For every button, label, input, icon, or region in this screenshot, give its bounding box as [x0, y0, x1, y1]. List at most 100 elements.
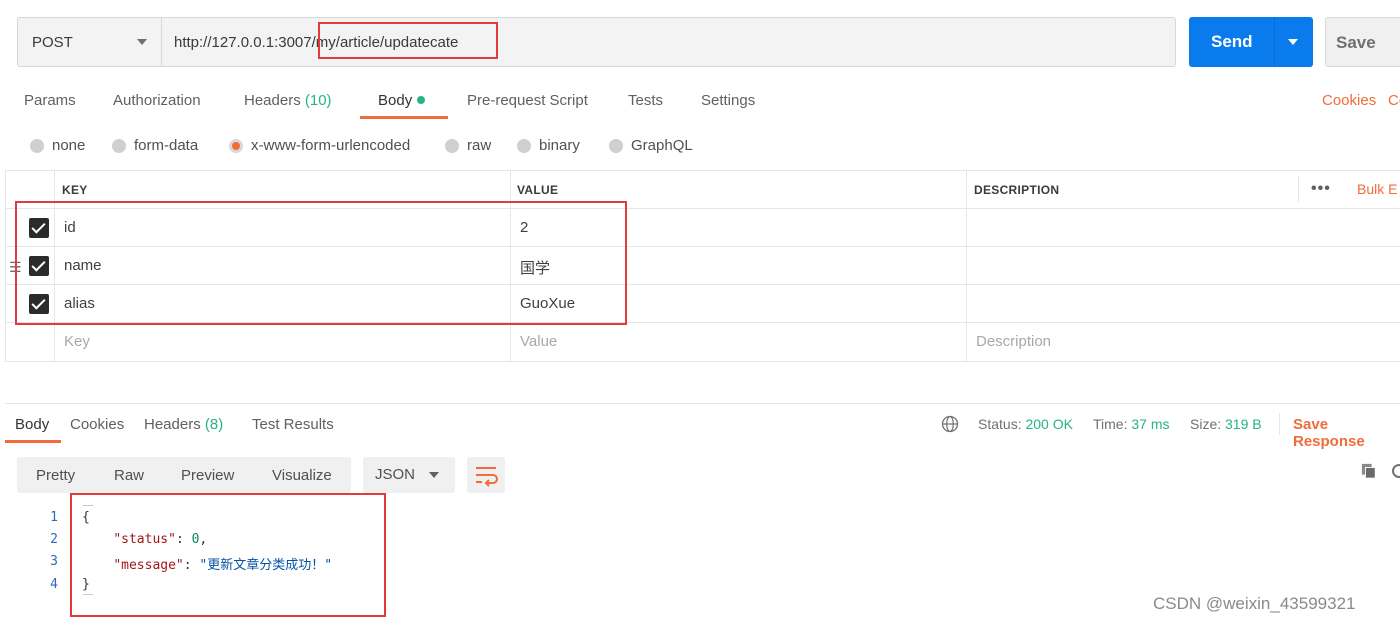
radio-form-data[interactable]: form-data — [112, 137, 198, 154]
view-visualize-button[interactable]: Visualize — [272, 467, 332, 484]
annotation-box-url — [318, 22, 498, 59]
status-value: 200 OK — [1025, 416, 1073, 432]
send-button[interactable]: Send — [1189, 17, 1313, 67]
time-value: 37 ms — [1131, 416, 1170, 432]
response-tab-headers[interactable]: Headers (8) — [144, 416, 223, 433]
response-tab-test-results[interactable]: Test Results — [252, 416, 334, 433]
bulk-edit-link[interactable]: Bulk E — [1357, 181, 1397, 197]
status-readout: Status: 200 OK — [978, 416, 1073, 432]
format-label: JSON — [375, 466, 416, 483]
code-link-label: Co — [1388, 92, 1400, 109]
table-top-border — [5, 170, 1400, 171]
line-number: 1 — [50, 510, 58, 525]
globe-icon[interactable] — [941, 415, 959, 433]
radio-none-label: none — [52, 137, 86, 154]
time-label: Time: — [1093, 416, 1128, 432]
radio-binary[interactable]: binary — [517, 137, 580, 154]
tab-settings-label: Settings — [701, 92, 756, 109]
response-tab-body[interactable]: Body — [15, 416, 49, 433]
column-header-description: DESCRIPTION — [974, 183, 1060, 197]
response-tab-headers-label: Headers — [144, 416, 201, 433]
table-left-border — [5, 170, 6, 361]
body-indicator-dot — [417, 96, 426, 104]
method-select[interactable]: POST — [17, 17, 161, 67]
radio-icon — [30, 138, 44, 153]
radio-icon — [609, 138, 623, 153]
tab-authorization-label: Authorization — [113, 92, 201, 109]
column-divider — [966, 170, 967, 361]
tab-body[interactable]: Body — [378, 92, 426, 109]
radio-checked-icon — [229, 138, 243, 153]
new-value-input[interactable]: Value — [520, 333, 557, 350]
wrap-lines-button[interactable] — [467, 457, 505, 493]
view-pretty-button[interactable]: Pretty — [36, 467, 75, 484]
cookies-link[interactable]: Cookies — [1322, 92, 1376, 109]
size-label: Size: — [1190, 416, 1222, 432]
url-input[interactable]: http://127.0.0.1:3007/my/article/updatec… — [161, 17, 1176, 67]
status-divider — [1279, 413, 1280, 435]
radio-binary-label: binary — [539, 137, 580, 154]
status-label: Status: — [978, 416, 1022, 432]
format-select[interactable]: JSON — [363, 457, 455, 493]
response-top-border — [5, 403, 1400, 404]
radio-icon — [112, 138, 126, 153]
send-divider — [1274, 17, 1275, 67]
size-value: 319 B — [1225, 416, 1262, 432]
wrap-lines-icon — [476, 467, 498, 487]
radio-raw[interactable]: raw — [445, 137, 491, 154]
tab-params[interactable]: Params — [24, 92, 76, 109]
cookies-link-label: Cookies — [1322, 92, 1377, 109]
radio-raw-label: raw — [467, 137, 492, 154]
tab-headers-label: Headers — [244, 92, 301, 109]
response-headers-count: (8) — [204, 416, 224, 433]
response-tab-test-results-label: Test Results — [252, 416, 334, 433]
annotation-box-params — [15, 201, 627, 325]
new-description-input[interactable]: Description — [976, 333, 1051, 350]
tab-tests-label: Tests — [628, 92, 664, 109]
tab-prerequest-script[interactable]: Pre-request Script — [467, 92, 588, 109]
time-readout: Time: 37 ms — [1093, 416, 1170, 432]
headers-count-badge: (10) — [304, 92, 332, 109]
active-tab-underline — [360, 116, 448, 119]
copy-icon[interactable] — [1361, 463, 1377, 479]
tab-params-label: Params — [24, 92, 76, 109]
tab-headers[interactable]: Headers (10) — [244, 92, 332, 109]
response-active-underline — [5, 440, 61, 443]
radio-x-www-form-urlencoded[interactable]: x-www-form-urlencoded — [229, 137, 410, 154]
column-header-value: VALUE — [517, 183, 559, 197]
more-options-icon[interactable]: ••• — [1311, 180, 1331, 198]
chevron-down-icon — [429, 472, 439, 478]
watermark: CSDN @weixin_43599321 — [1153, 594, 1356, 613]
response-tab-body-label: Body — [15, 416, 50, 433]
tab-settings[interactable]: Settings — [701, 92, 755, 109]
new-key-input[interactable]: Key — [64, 333, 90, 350]
radio-form-data-label: form-data — [134, 137, 199, 154]
radio-icon — [445, 138, 459, 153]
save-label: Save — [1336, 33, 1376, 52]
size-readout: Size: 319 B — [1190, 416, 1262, 432]
radio-graphql-label: GraphQL — [631, 137, 693, 154]
tab-tests[interactable]: Tests — [628, 92, 663, 109]
save-button[interactable]: Save — [1325, 17, 1400, 67]
radio-graphql[interactable]: GraphQL — [609, 137, 693, 154]
tab-authorization[interactable]: Authorization — [113, 92, 201, 109]
code-link-clipped[interactable]: Co — [1388, 92, 1400, 109]
line-number: 2 — [50, 532, 58, 547]
send-options-chevron-icon[interactable] — [1288, 39, 1298, 45]
column-header-key: KEY — [62, 183, 88, 197]
tab-body-label: Body — [378, 92, 413, 109]
line-number: 3 — [50, 554, 58, 569]
radio-icon — [517, 138, 531, 153]
response-tab-cookies[interactable]: Cookies — [70, 416, 124, 433]
column-divider — [1298, 176, 1299, 202]
tab-prerequest-label: Pre-request Script — [467, 92, 588, 109]
search-icon[interactable] — [1391, 463, 1400, 481]
send-label: Send — [1211, 32, 1253, 51]
radio-none[interactable]: none — [30, 137, 85, 154]
save-response-button[interactable]: Save Response — [1293, 416, 1400, 450]
view-preview-button[interactable]: Preview — [181, 467, 234, 484]
view-raw-button[interactable]: Raw — [114, 467, 144, 484]
chevron-down-icon — [137, 39, 147, 45]
table-bottom-border — [5, 361, 1400, 362]
radio-urlencoded-label: x-www-form-urlencoded — [251, 137, 411, 154]
